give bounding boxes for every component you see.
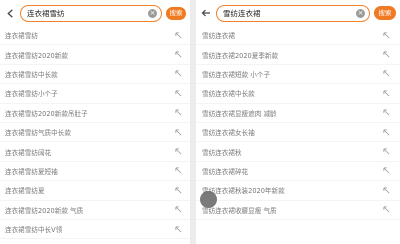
suggestion-text: 雪纺连衣裙中长款 bbox=[202, 90, 255, 99]
suggestion-item[interactable]: 连衣裙雪纺中长V领 bbox=[0, 220, 190, 240]
fill-arrow-icon[interactable] bbox=[383, 148, 390, 155]
suggestion-text: 雪纺连衣裙 bbox=[202, 32, 235, 41]
search-input-box[interactable]: × bbox=[20, 4, 162, 22]
fill-arrow-icon[interactable] bbox=[383, 32, 390, 39]
back-arrow-icon[interactable] bbox=[0, 0, 20, 26]
fill-arrow-icon[interactable] bbox=[383, 167, 390, 174]
suggestion-text: 连衣裙雪纺气质中长款 bbox=[5, 129, 71, 138]
search-bar: × 搜索 bbox=[196, 0, 400, 26]
fill-arrow-icon[interactable] bbox=[175, 90, 182, 97]
suggestion-item[interactable]: 连衣裙雪纺阔花 bbox=[0, 142, 190, 162]
right-search-panel: × 搜索 雪纺连衣裙 雪纺连衣裙2020夏季新款 雪纺连衣裙短款 小个子 雪纺连… bbox=[196, 0, 400, 244]
suggestion-item[interactable]: 雪纺连衣裙女长袖 bbox=[196, 123, 400, 143]
suggestion-item[interactable]: 连衣裙雪纺 bbox=[0, 26, 190, 46]
clear-icon[interactable]: × bbox=[356, 8, 365, 18]
suggestion-item[interactable]: 雪纺连衣裙显瘦遮肉 减龄 bbox=[196, 104, 400, 123]
fill-arrow-icon[interactable] bbox=[175, 129, 182, 136]
suggestion-item[interactable]: 连衣裙雪纺夏 bbox=[0, 181, 190, 201]
suggestion-text: 连衣裙雪纺阔花 bbox=[5, 148, 52, 157]
suggestion-item[interactable]: 连衣裙雪纺气质中长款 bbox=[0, 123, 190, 143]
suggestion-text: 雪纺连衣裙碎花 bbox=[202, 167, 249, 176]
suggestion-item[interactable]: 雪纺连衣裙短款 小个子 bbox=[196, 65, 400, 85]
fill-arrow-icon[interactable] bbox=[383, 70, 390, 77]
suggestion-text: 连衣裙雪纺小个子 bbox=[5, 90, 58, 99]
suggestion-item[interactable]: 雪纺连衣裙 bbox=[196, 26, 400, 46]
suggestion-item[interactable]: 雪纺连衣裙秋 bbox=[196, 142, 400, 162]
suggestion-item[interactable]: 雪纺连衣裙秋装2020年新款 bbox=[196, 181, 400, 201]
suggestion-item[interactable]: 雪纺连衣裙收腰显瘦 气质 bbox=[196, 201, 400, 220]
suggestion-text: 连衣裙雪纺夏短袖 bbox=[5, 167, 58, 176]
fill-arrow-icon[interactable] bbox=[383, 129, 390, 136]
search-button[interactable]: 搜索 bbox=[166, 6, 186, 20]
fill-arrow-icon[interactable] bbox=[175, 148, 182, 155]
fill-arrow-icon[interactable] bbox=[175, 206, 182, 213]
fill-arrow-icon[interactable] bbox=[175, 70, 182, 77]
suggestion-text: 连衣裙雪纺 bbox=[5, 32, 38, 41]
suggestion-text: 雪纺连衣裙显瘦遮肉 减龄 bbox=[202, 109, 277, 118]
fill-arrow-icon[interactable] bbox=[383, 51, 390, 58]
suggestion-item[interactable]: 雪纺连衣裙碎花 bbox=[196, 162, 400, 182]
suggestion-item[interactable]: 雪纺连衣裙中长款 bbox=[196, 84, 400, 104]
fill-arrow-icon[interactable] bbox=[175, 32, 182, 39]
suggestion-list: 连衣裙雪纺 连衣裙雪纺2020新款 连衣裙雪纺中长款 连衣裙雪纺小个子 连衣裙雪… bbox=[0, 26, 190, 240]
suggestion-item[interactable]: 连衣裙雪纺夏短袖 bbox=[0, 162, 190, 182]
suggestion-text: 雪纺连衣裙秋 bbox=[202, 148, 242, 157]
suggestion-text: 连衣裙雪纺2020新款吊肚子 bbox=[5, 109, 88, 118]
fill-arrow-icon[interactable] bbox=[383, 206, 390, 213]
suggestion-text: 雪纺连衣裙短款 小个子 bbox=[202, 70, 271, 79]
suggestion-item[interactable]: 连衣裙雪纺2020新款吊肚子 bbox=[0, 104, 190, 123]
fill-arrow-icon[interactable] bbox=[383, 109, 390, 116]
suggestion-list: 雪纺连衣裙 雪纺连衣裙2020夏季新款 雪纺连衣裙短款 小个子 雪纺连衣裙中长款… bbox=[196, 26, 400, 220]
suggestion-text: 雪纺连衣裙女长袖 bbox=[202, 129, 255, 138]
suggestion-item[interactable]: 连衣裙雪纺小个子 bbox=[0, 84, 190, 104]
left-search-panel: × 搜索 连衣裙雪纺 连衣裙雪纺2020新款 连衣裙雪纺中长款 连衣裙雪纺小个子… bbox=[0, 0, 190, 244]
fill-arrow-icon[interactable] bbox=[383, 187, 390, 194]
search-input[interactable] bbox=[223, 6, 356, 20]
search-button[interactable]: 搜索 bbox=[374, 6, 396, 20]
search-bar: × 搜索 bbox=[0, 0, 190, 26]
suggestion-item[interactable]: 连衣裙雪纺2020新款 气质 bbox=[0, 201, 190, 220]
floating-assistive-button[interactable] bbox=[200, 191, 217, 208]
fill-arrow-icon[interactable] bbox=[175, 167, 182, 174]
suggestion-item[interactable]: 雪纺连衣裙2020夏季新款 bbox=[196, 45, 400, 65]
fill-arrow-icon[interactable] bbox=[175, 51, 182, 58]
search-input-box[interactable]: × bbox=[216, 4, 370, 22]
fill-arrow-icon[interactable] bbox=[175, 226, 182, 233]
fill-arrow-icon[interactable] bbox=[175, 187, 182, 194]
back-arrow-icon[interactable] bbox=[196, 0, 216, 26]
suggestion-text: 连衣裙雪纺中长V领 bbox=[5, 226, 63, 235]
fill-arrow-icon[interactable] bbox=[175, 109, 182, 116]
search-input[interactable] bbox=[27, 6, 148, 20]
suggestion-text: 连衣裙雪纺中长款 bbox=[5, 70, 58, 79]
suggestion-item[interactable]: 连衣裙雪纺中长款 bbox=[0, 65, 190, 85]
suggestion-item[interactable]: 连衣裙雪纺2020新款 bbox=[0, 45, 190, 65]
fill-arrow-icon[interactable] bbox=[383, 90, 390, 97]
suggestion-text: 连衣裙雪纺2020新款 气质 bbox=[5, 206, 84, 215]
suggestion-text: 连衣裙雪纺夏 bbox=[5, 187, 45, 196]
suggestion-text: 连衣裙雪纺2020新款 bbox=[5, 51, 68, 60]
clear-icon[interactable]: × bbox=[148, 8, 157, 18]
suggestion-text: 雪纺连衣裙2020夏季新款 bbox=[202, 51, 279, 60]
